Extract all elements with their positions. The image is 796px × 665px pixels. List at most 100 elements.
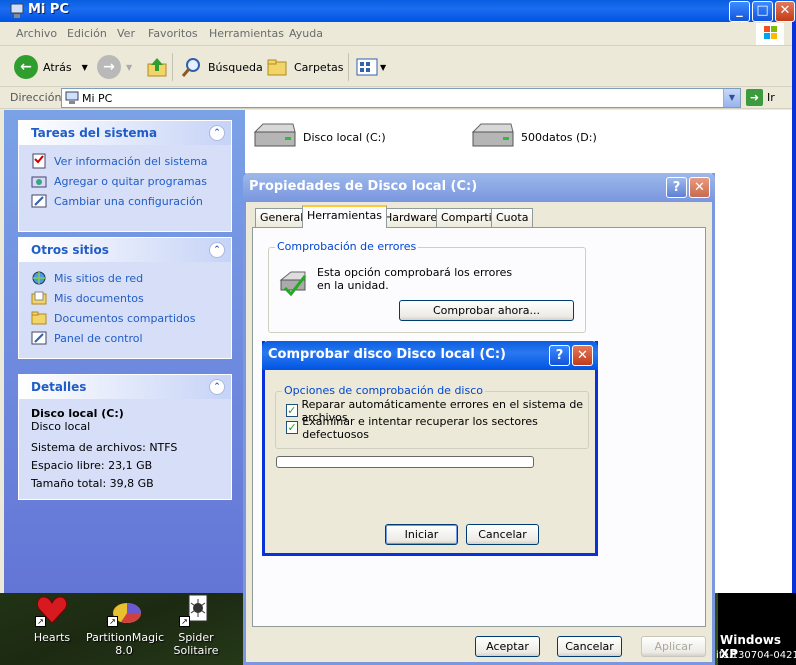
check-disk-titlebar[interactable]: Comprobar disco Disco local (C:) ? ✕ <box>262 341 598 370</box>
toolbar-separator <box>348 53 349 81</box>
check-options-group: Opciones de comprobación de disco ✓ Repa… <box>275 384 589 449</box>
address-dropdown-icon[interactable]: ▼ <box>723 89 740 107</box>
option-label: Examinar e intentar recuperar los sector… <box>302 414 538 441</box>
collapse-chevron-icon[interactable]: ⌃ <box>209 125 225 141</box>
place-network[interactable]: Mis sitios de red <box>31 268 231 288</box>
toolbar: ← Atrás ▼ → ▼ Búsqueda Carpetas ▼ <box>0 47 792 87</box>
start-button[interactable]: Iniciar <box>385 524 458 545</box>
go-button[interactable]: ➜ Ir <box>746 89 775 106</box>
hard-drive-icon <box>251 122 297 152</box>
back-button[interactable]: ← Atrás ▼ <box>14 55 88 79</box>
tab-cuota[interactable]: Cuota <box>491 208 534 228</box>
close-button[interactable]: ✕ <box>572 345 593 366</box>
details-name: Disco local (C:) <box>31 407 124 420</box>
control-panel-icon <box>31 331 47 345</box>
views-button[interactable]: ▼ <box>356 55 386 79</box>
menu-edicion[interactable]: Edición <box>67 27 107 40</box>
my-computer-icon <box>65 91 79 104</box>
search-button[interactable]: Búsqueda <box>180 55 263 79</box>
panel-header[interactable]: Detalles ⌃ <box>19 375 231 399</box>
menu-ayuda[interactable]: Ayuda <box>289 27 323 40</box>
toolbar-separator <box>172 53 173 81</box>
hearts-icon: ↗ <box>35 593 69 627</box>
documents-icon <box>31 291 47 305</box>
folders-icon <box>267 59 287 76</box>
task-system-info[interactable]: Ver información del sistema <box>31 151 231 171</box>
menu-ver[interactable]: Ver <box>117 27 135 40</box>
task-label: Cambiar una configuración <box>54 194 203 208</box>
address-value: Mi PC <box>82 92 113 105</box>
close-button[interactable]: ✕ <box>689 177 710 198</box>
forward-arrow-icon: → <box>97 55 121 79</box>
search-label: Búsqueda <box>208 60 263 74</box>
build-label: ife.130704-0421 <box>716 650 796 661</box>
desktop-icon-partitionmagic[interactable]: ↗ PartitionMagic 8.0 <box>86 593 165 657</box>
menu-favoritos[interactable]: Favoritos <box>148 27 198 40</box>
place-control-panel[interactable]: Panel de control <box>31 328 231 348</box>
properties-titlebar[interactable]: Propiedades de Disco local (C:) ? ✕ <box>243 173 715 202</box>
forward-button[interactable]: → ▼ <box>97 55 132 79</box>
network-icon <box>32 271 46 285</box>
cancel-button[interactable]: Cancelar <box>466 524 539 545</box>
option-scan-sectors[interactable]: ✓ Examinar e intentar recuperar los sect… <box>286 415 588 441</box>
checkbox-checked-icon[interactable]: ✓ <box>286 404 298 417</box>
spider-solitaire-icon: ↗ <box>179 593 213 627</box>
add-remove-icon <box>31 176 47 188</box>
place-label: Mis documentos <box>54 291 144 305</box>
disk-check-icon <box>279 271 307 297</box>
dialog-title: Comprobar disco Disco local (C:) <box>268 347 506 362</box>
drive-d[interactable]: 500datos (D:) <box>469 122 597 152</box>
address-input[interactable]: Mi PC ▼ <box>61 88 741 108</box>
details-total-size: Tamaño total: 39,8 GB <box>31 477 154 490</box>
help-button[interactable]: ? <box>666 177 687 198</box>
address-label: Dirección <box>10 91 62 104</box>
desktop-icon-hearts[interactable]: ↗ Hearts <box>14 593 90 644</box>
drive-c[interactable]: Disco local (C:) <box>251 122 386 152</box>
place-shared-documents[interactable]: Documentos compartidos <box>31 308 231 328</box>
collapse-chevron-icon[interactable]: ⌃ <box>209 242 225 258</box>
up-folder-button[interactable] <box>146 55 168 79</box>
partitionmagic-icon: ↗ <box>107 593 141 627</box>
check-now-button[interactable]: Comprobar ahora... <box>399 300 574 321</box>
panel-header[interactable]: Otros sitios ⌃ <box>19 238 231 262</box>
collapse-chevron-icon[interactable]: ⌃ <box>209 379 225 395</box>
dropdown-arrow-icon[interactable]: ▼ <box>82 63 88 72</box>
check-progress-bar <box>276 456 534 468</box>
panel-header[interactable]: Tareas del sistema ⌃ <box>19 121 231 145</box>
tab-herramientas[interactable]: Herramientas <box>302 205 387 228</box>
cancel-button[interactable]: Cancelar <box>557 636 622 657</box>
shared-folder-icon <box>31 311 47 325</box>
close-button[interactable]: ✕ <box>775 1 795 22</box>
dropdown-arrow-icon: ▼ <box>126 62 133 72</box>
control-panel-icon <box>31 194 47 208</box>
error-check-group: Comprobación de errores Esta opción comp… <box>268 240 586 333</box>
group-label: Comprobación de errores <box>275 240 419 253</box>
tab-general[interactable]: General <box>255 208 309 228</box>
system-tasks-panel: Tareas del sistema ⌃ Ver información del… <box>18 120 232 232</box>
task-label: Agregar o quitar programas <box>54 174 208 188</box>
task-change-setting[interactable]: Cambiar una configuración <box>31 191 231 211</box>
menu-archivo[interactable]: Archivo <box>16 27 57 40</box>
tab-hardware[interactable]: Hardware <box>379 208 443 228</box>
folders-button[interactable]: Carpetas <box>266 55 343 79</box>
desktop-icon-label: PartitionMagic 8.0 <box>86 631 165 657</box>
shortcut-arrow-icon: ↗ <box>35 616 46 627</box>
maximize-button[interactable]: □ <box>752 1 773 22</box>
menu-herramientas[interactable]: Herramientas <box>209 27 284 40</box>
desktop-icon-spider-solitaire[interactable]: ↗ Spider Solitaire <box>158 593 234 657</box>
views-icon <box>356 58 378 76</box>
details-free-space: Espacio libre: 23,1 GB <box>31 459 153 472</box>
place-label: Panel de control <box>54 331 143 345</box>
drive-label: Disco local (C:) <box>303 130 386 144</box>
task-add-remove-programs[interactable]: Agregar o quitar programas <box>31 171 231 191</box>
hard-drive-icon <box>469 122 515 152</box>
explorer-titlebar[interactable]: Mi PC _ □ ✕ <box>0 0 796 22</box>
minimize-button[interactable]: _ <box>729 1 750 22</box>
drive-label: 500datos (D:) <box>521 130 597 144</box>
ok-button[interactable]: Aceptar <box>475 636 540 657</box>
place-my-documents[interactable]: Mis documentos <box>31 288 231 308</box>
help-button[interactable]: ? <box>549 345 570 366</box>
back-arrow-icon: ← <box>14 55 38 79</box>
checkbox-checked-icon[interactable]: ✓ <box>286 421 299 434</box>
apply-button[interactable]: Aplicar <box>641 636 706 657</box>
